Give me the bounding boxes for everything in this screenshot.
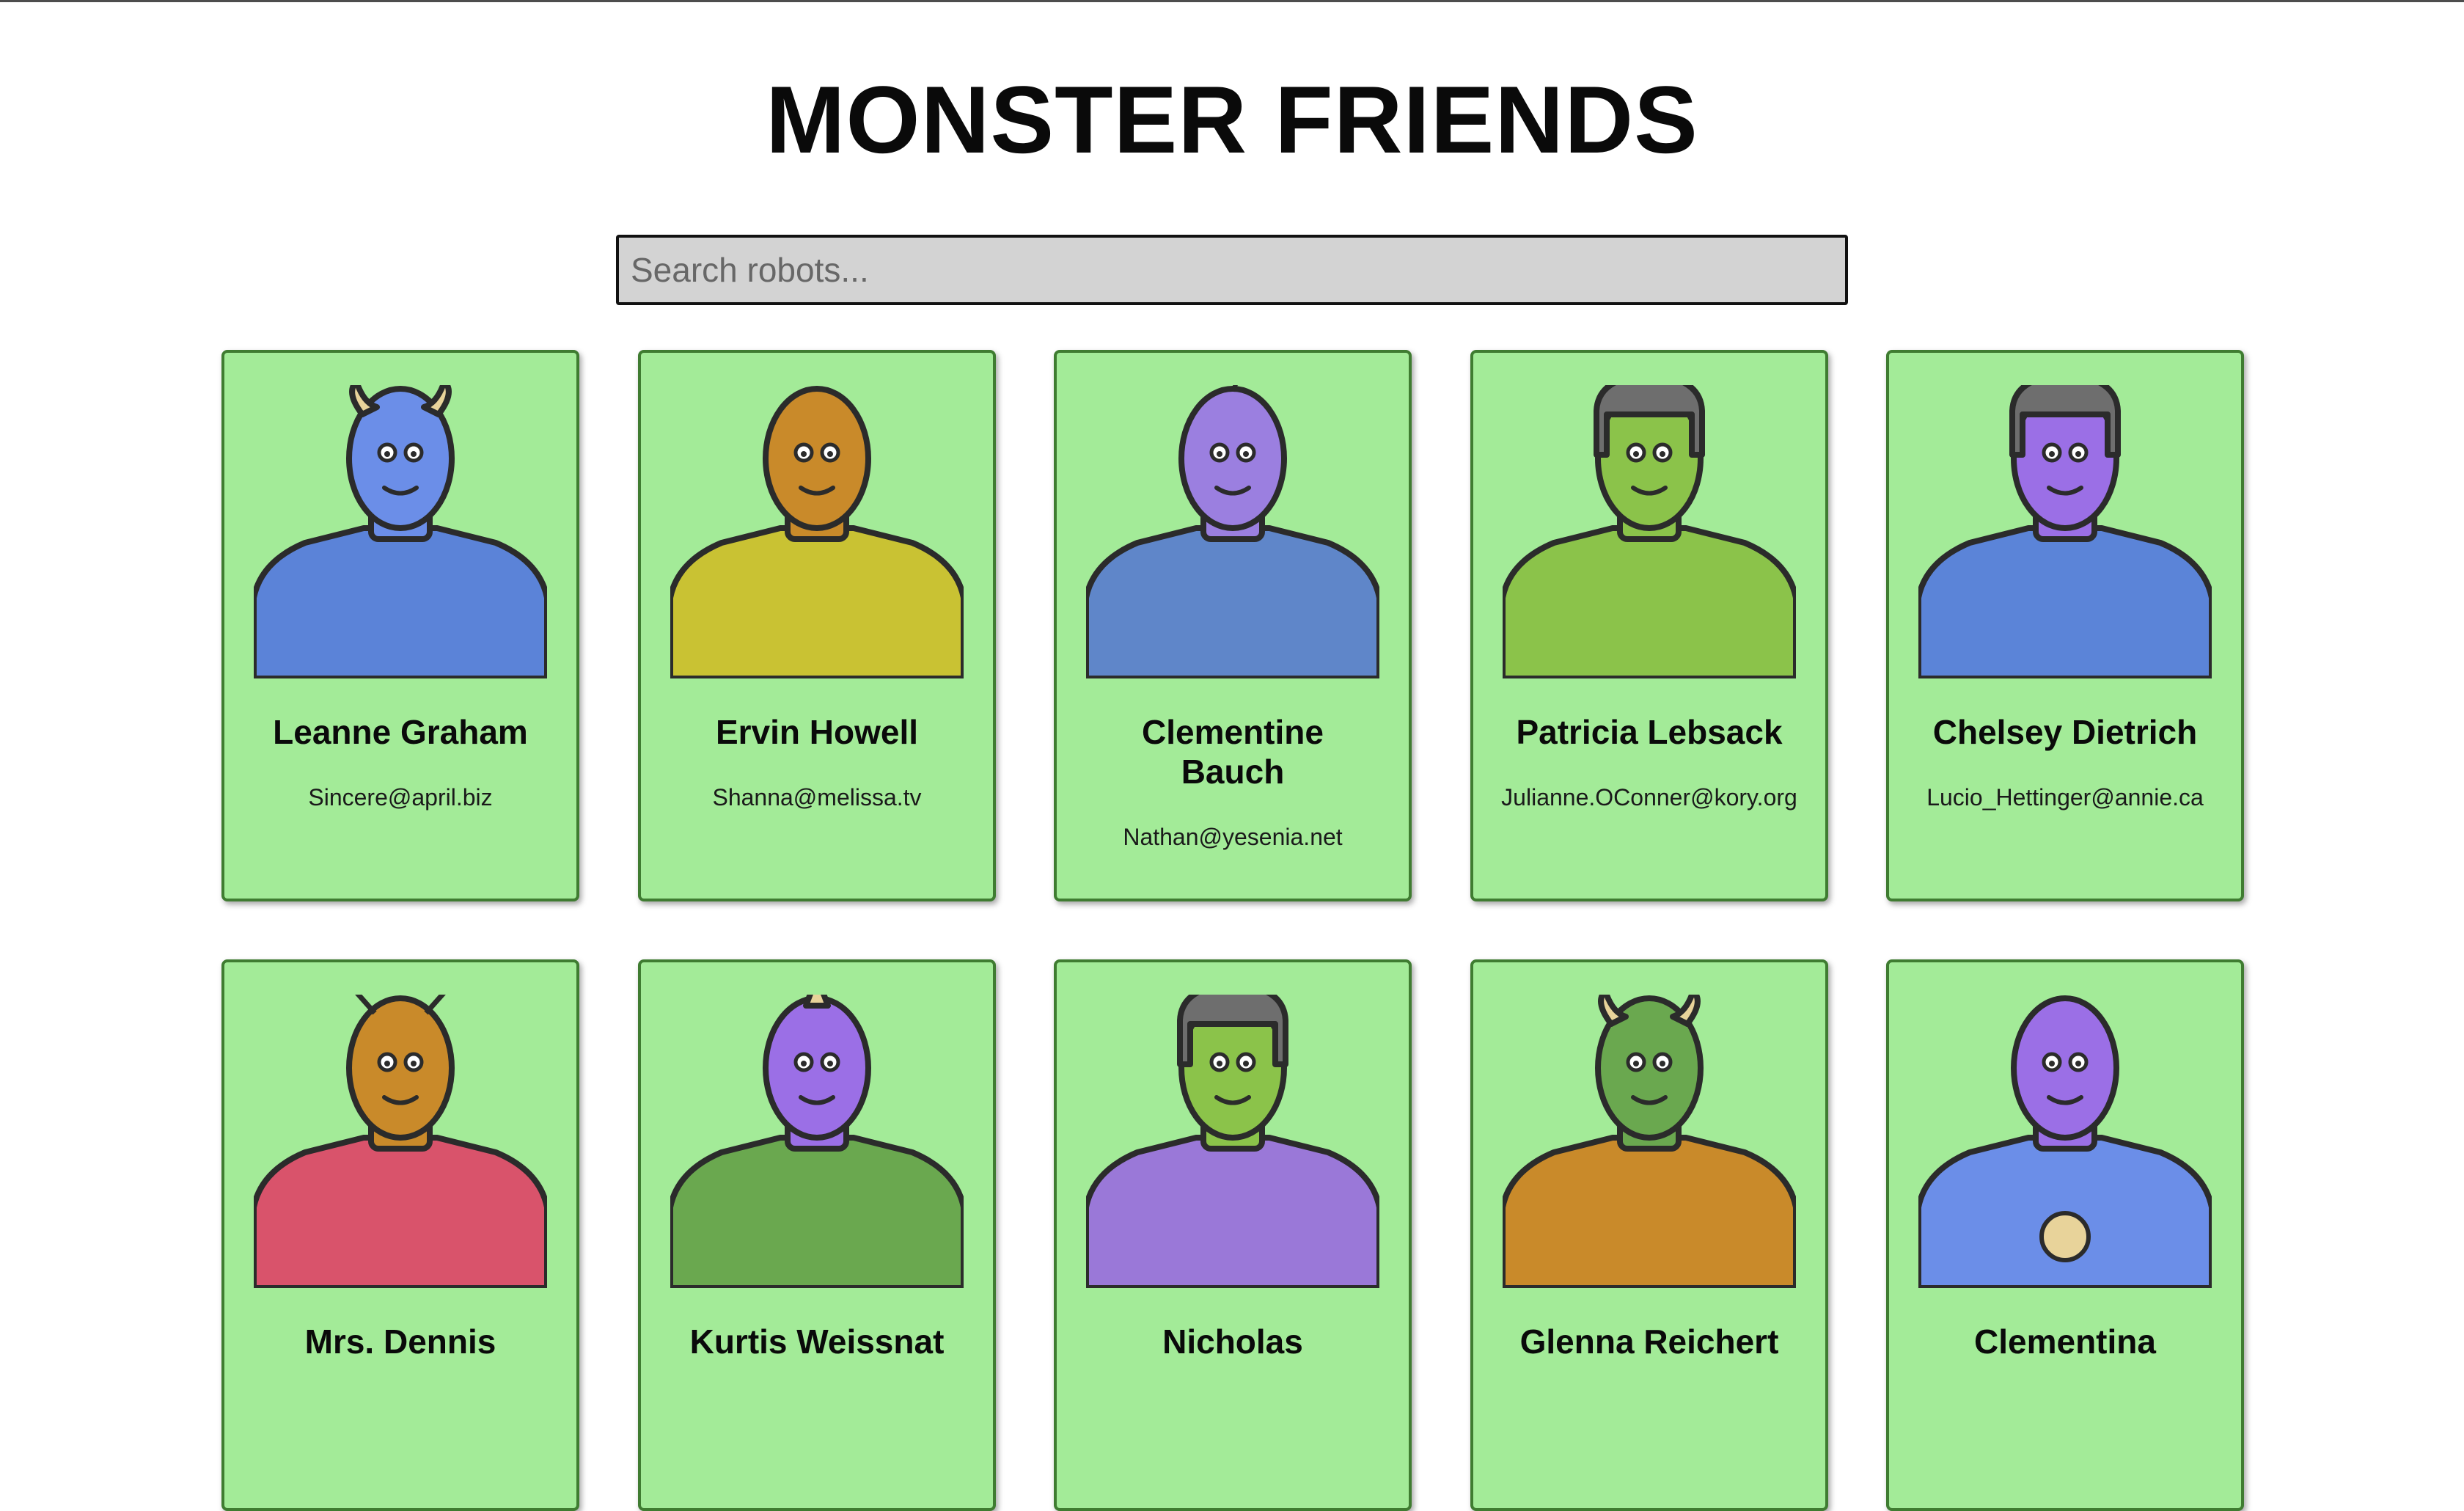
suit-body: [1086, 525, 1379, 678]
robot-card[interactable]: Mrs. Dennis: [221, 959, 579, 1511]
suit-body: [670, 1135, 964, 1288]
horn-icon: [803, 995, 831, 1009]
suit-body: [1918, 525, 2212, 678]
pupil-icon: [1660, 1061, 1665, 1067]
suit-body: [670, 525, 964, 678]
robot-card[interactable]: Leanne Graham Sincere@april.biz: [221, 350, 579, 901]
monster-head: [763, 386, 871, 531]
robot-email: Nathan@yesenia.net: [1123, 824, 1343, 850]
robot-card[interactable]: Patricia Lebsack Julianne.OConner@kory.o…: [1470, 350, 1828, 901]
pupil-icon: [801, 1061, 807, 1067]
robot-avatar: [1918, 995, 2212, 1288]
pupil-icon: [2049, 1061, 2055, 1067]
pupil-icon: [1217, 1061, 1222, 1067]
pupil-icon: [384, 451, 390, 457]
suit-body: [1503, 1135, 1796, 1288]
pupil-icon: [1243, 451, 1249, 457]
robot-avatar: [1503, 385, 1796, 678]
monster-head: [1178, 386, 1287, 531]
robot-avatar: [254, 385, 547, 678]
robot-card[interactable]: Nicholas: [1054, 959, 1412, 1511]
robot-avatar: [1503, 995, 1796, 1288]
robot-name: Glenna Reichert: [1519, 1322, 1779, 1361]
robot-card[interactable]: Kurtis Weissnat: [638, 959, 996, 1511]
pupil-icon: [827, 451, 833, 457]
smiley-badge-icon: [2039, 1211, 2091, 1262]
robot-name: Nicholas: [1162, 1322, 1303, 1361]
monster-head: [346, 995, 455, 1141]
monster-head: [763, 995, 871, 1141]
robot-name: Mrs. Dennis: [304, 1322, 496, 1361]
pupil-icon: [801, 451, 807, 457]
robot-card[interactable]: Clementina: [1886, 959, 2244, 1511]
pupil-icon: [1633, 1061, 1639, 1067]
suit-body: [1503, 525, 1796, 678]
suit-body: [254, 525, 547, 678]
robot-email: Julianne.OConner@kory.org: [1501, 784, 1797, 811]
monster-head: [2011, 995, 2119, 1141]
pupil-icon: [384, 1061, 390, 1067]
robot-email: Shanna@melissa.tv: [712, 784, 922, 811]
robot-name: Ervin Howell: [715, 713, 919, 751]
suit-body: [254, 1135, 547, 1288]
robot-card[interactable]: Ervin Howell Shanna@melissa.tv: [638, 350, 996, 901]
robot-card-grid: Leanne Graham Sincere@april.biz Ervin Ho…: [0, 0, 2464, 1511]
pupil-icon: [1633, 451, 1639, 457]
robot-card[interactable]: Glenna Reichert: [1470, 959, 1828, 1511]
robot-avatar: [670, 995, 964, 1288]
pupil-icon: [411, 451, 417, 457]
antenna-icon: [424, 995, 446, 1015]
pupil-icon: [411, 1061, 417, 1067]
robot-name: Leanne Graham: [273, 713, 528, 751]
robot-email: Lucio_Hettinger@annie.ca: [1926, 784, 2204, 811]
suit-body: [1086, 1135, 1379, 1288]
pupil-icon: [1660, 451, 1665, 457]
robot-avatar: [1086, 995, 1379, 1288]
robot-name: Kurtis Weissnat: [689, 1322, 945, 1361]
robot-name: Patricia Lebsack: [1516, 713, 1783, 751]
robot-avatar: [254, 995, 547, 1288]
robot-name: Clementina: [1974, 1322, 2156, 1361]
pupil-icon: [827, 1061, 833, 1067]
robot-card[interactable]: Chelsey Dietrich Lucio_Hettinger@annie.c…: [1886, 350, 2244, 901]
robot-email: Sincere@april.biz: [308, 784, 493, 811]
pupil-icon: [1217, 451, 1222, 457]
pupil-icon: [2075, 1061, 2081, 1067]
pupil-icon: [1243, 1061, 1249, 1067]
robot-name: Chelsey Dietrich: [1932, 713, 2198, 751]
robot-avatar: [670, 386, 964, 678]
robot-name: Clementine Bauch: [1142, 713, 1324, 791]
robot-avatar: [1086, 385, 1379, 678]
antenna-icon: [355, 995, 377, 1015]
pupil-icon: [2049, 451, 2055, 457]
pupil-icon: [2075, 451, 2081, 457]
robot-card[interactable]: Clementine Bauch Nathan@yesenia.net: [1054, 350, 1412, 901]
robot-avatar: [1918, 385, 2212, 678]
